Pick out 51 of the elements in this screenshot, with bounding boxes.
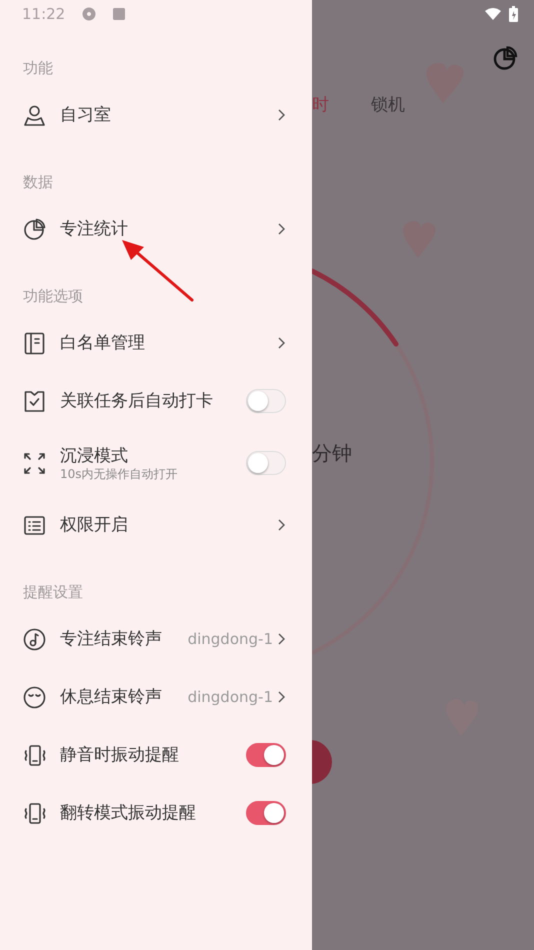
menu-item[interactable]: 白名单管理 <box>0 314 312 372</box>
vibrating-phone-icon <box>23 744 46 766</box>
item-label: 专注结束铃声 <box>60 628 163 650</box>
toggle-switch[interactable] <box>246 801 286 825</box>
calendar-check-icon <box>23 390 46 412</box>
item-subtitle: 10s内无操作自动打开 <box>60 466 179 482</box>
menu-item[interactable]: 关联任务后自动打卡 <box>0 372 312 430</box>
item-label: 休息结束铃声 <box>60 686 163 708</box>
section-title: 功能选项 <box>23 286 83 306</box>
pie-chart-icon <box>23 218 46 240</box>
item-label: 翻转模式振动提醒 <box>60 802 197 824</box>
item-label: 关联任务后自动打卡 <box>60 390 214 412</box>
music-note-icon <box>23 628 46 650</box>
chevron-right-icon <box>277 222 286 236</box>
list-icon <box>23 514 46 536</box>
chevron-right-icon <box>277 336 286 350</box>
item-label: 静音时振动提醒 <box>60 744 180 766</box>
item-value: dingdong-1 <box>188 628 273 650</box>
pie-chart-icon <box>493 46 518 71</box>
item-value: dingdong-1 <box>188 686 273 708</box>
menu-item[interactable]: 静音时振动提醒 <box>0 726 312 784</box>
item-label: 自习室 <box>60 104 112 126</box>
fullscreen-icon <box>23 452 46 474</box>
section-title: 功能 <box>23 58 53 78</box>
vibrating-phone-icon <box>23 802 46 824</box>
menu-item[interactable]: 专注结束铃声 dingdong-1 <box>0 610 312 668</box>
menu-item[interactable]: 沉浸模式 10s内无操作自动打开 <box>0 430 312 496</box>
chevron-right-icon <box>277 518 286 532</box>
section-title: 数据 <box>23 172 53 192</box>
item-label: 专注统计 <box>60 218 129 240</box>
notebook-icon <box>23 332 46 354</box>
menu-item[interactable]: 休息结束铃声 dingdong-1 <box>0 668 312 726</box>
timer-text: 分钟 <box>312 440 352 466</box>
wifi-icon <box>485 8 501 20</box>
menu-item[interactable]: 自习室 <box>0 86 312 144</box>
status-time: 11:22 <box>22 4 66 25</box>
chevron-right-icon <box>277 108 286 122</box>
chevron-right-icon <box>277 690 286 704</box>
item-label: 沉浸模式 <box>60 444 129 466</box>
chevron-right-icon <box>277 632 286 646</box>
item-label: 白名单管理 <box>60 332 146 354</box>
person-icon <box>23 104 46 126</box>
toggle-switch[interactable] <box>246 743 286 767</box>
menu-item[interactable]: 翻转模式振动提醒 <box>0 784 312 842</box>
start-button[interactable] <box>312 740 332 784</box>
item-label: 权限开启 <box>60 514 129 536</box>
menu-item[interactable]: 专注统计 <box>0 200 312 258</box>
section-title: 提醒设置 <box>23 582 83 602</box>
sleepy-face-icon <box>23 686 46 708</box>
battery-icon <box>509 6 518 22</box>
menu-item[interactable]: 权限开启 <box>0 496 312 554</box>
